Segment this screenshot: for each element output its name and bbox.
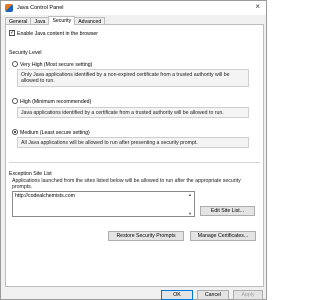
exception-site-list-description: Applications launched from the sites lis…: [12, 178, 241, 191]
edit-site-list-button[interactable]: Edit Site List...: [200, 206, 255, 216]
section-divider: [9, 162, 260, 163]
security-level-heading: Security Level: [9, 50, 42, 56]
close-icon[interactable]: ×: [255, 3, 260, 11]
high-description: Java applications identified by a certif…: [21, 110, 224, 116]
high-radio[interactable]: [12, 98, 18, 104]
apply-button: Apply: [233, 290, 263, 300]
site-list-item[interactable]: http://codealchemists.com: [15, 193, 75, 199]
high-description-box: Java applications identified by a certif…: [17, 107, 249, 118]
ok-button[interactable]: OK: [161, 290, 193, 300]
enable-java-label: Enable Java content in the browser: [17, 30, 99, 37]
exception-site-listbox[interactable]: http://codealchemists.com ▲ ▼: [12, 191, 195, 217]
manage-certificates-button[interactable]: Manage Certificates...: [190, 231, 256, 241]
scroll-up-icon[interactable]: ▲: [187, 192, 193, 197]
tab-security[interactable]: Security: [48, 16, 76, 25]
java-control-panel-window: Java Control Panel × General Java Securi…: [0, 0, 267, 300]
medium-label: Medium (Least secure setting): [20, 129, 90, 136]
java-logo-icon: [5, 4, 13, 12]
medium-description-box: All Java applications will be allowed to…: [17, 137, 249, 148]
security-tab-panel: ✓ Enable Java content in the browser Sec…: [5, 24, 264, 287]
high-label: High (Minimum recommended): [20, 98, 92, 105]
very-high-description-box: Only Java applications identified by a n…: [17, 69, 249, 87]
medium-radio[interactable]: [12, 129, 18, 135]
enable-java-checkbox[interactable]: ✓: [9, 30, 15, 36]
window-title: Java Control Panel: [17, 4, 64, 11]
very-high-description: Only Java applications identified by a n…: [21, 72, 230, 85]
exception-site-list-heading: Exception Site List: [9, 171, 52, 177]
very-high-label: Very High (Most secure setting): [20, 61, 93, 68]
cancel-button[interactable]: Cancel: [197, 290, 229, 300]
restore-security-prompts-button[interactable]: Restore Security Prompts: [108, 231, 184, 241]
scroll-down-icon[interactable]: ▼: [187, 211, 193, 216]
title-bar: Java Control Panel ×: [1, 1, 266, 15]
medium-description: All Java applications will be allowed to…: [21, 140, 198, 146]
very-high-radio[interactable]: [12, 61, 18, 67]
